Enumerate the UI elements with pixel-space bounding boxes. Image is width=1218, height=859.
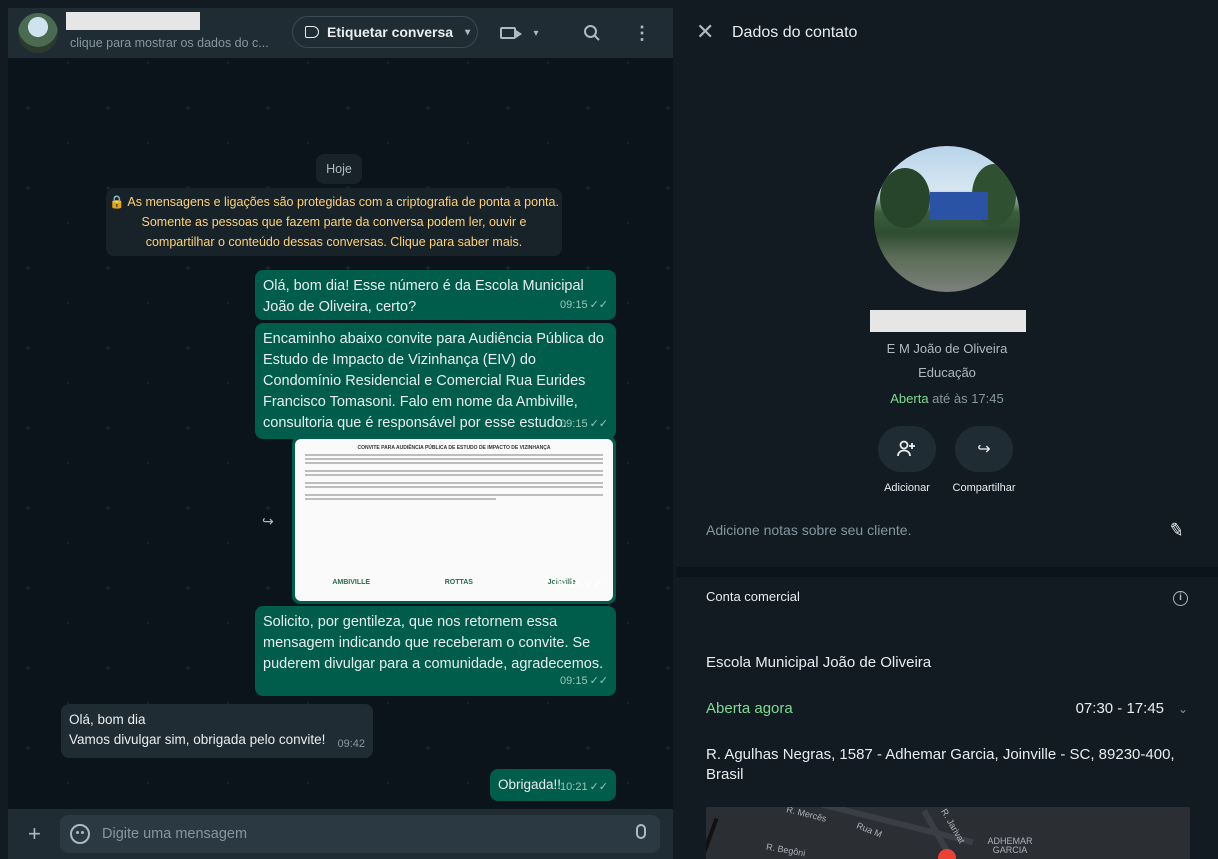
- video-call-icon[interactable]: [496, 21, 522, 45]
- message-outgoing[interactable]: Solicito, por gentileza, que nos retorne…: [255, 606, 616, 696]
- tag-conversation-label: Etiquetar conversa: [327, 24, 454, 40]
- notes-placeholder[interactable]: Adicione notas sobre seu cliente.: [706, 522, 911, 538]
- message-input-box[interactable]: [60, 815, 660, 853]
- message-text: Vamos divulgar sim, obrigada pelo convit…: [69, 732, 326, 747]
- double-check-icon: ✓✓: [589, 781, 608, 793]
- sticker-icon[interactable]: [70, 824, 90, 844]
- message-image-outgoing[interactable]: CONVITE PARA AUDIÊNCIA PÚBLICA DE ESTUDO…: [292, 436, 616, 604]
- map-label: ADHEMAR GARCIA: [987, 836, 1033, 855]
- business-full-name: Escola Municipal João de Oliveira: [706, 654, 932, 671]
- message-text: Olá, bom dia! Esse número é da Escola Mu…: [263, 278, 584, 315]
- message-text: Encaminho abaixo convite para Audiência …: [263, 331, 604, 431]
- business-hours[interactable]: 07:30 - 17:45: [1076, 700, 1164, 717]
- message-text: Solicito, por gentileza, que nos retorne…: [263, 614, 604, 672]
- search-icon[interactable]: [580, 21, 604, 45]
- business-account-label: Conta comercial: [706, 589, 800, 604]
- map-pin-icon: [938, 849, 956, 859]
- contact-header: ✕ Dados do contato: [676, 8, 1218, 58]
- compose-bar: +: [8, 809, 673, 859]
- contact-avatar[interactable]: [18, 13, 58, 53]
- message-outgoing[interactable]: Encaminho abaixo convite para Audiência …: [255, 323, 616, 439]
- double-check-icon: ✓✓: [589, 418, 608, 430]
- business-open-status: Aberta até às 17:45: [890, 391, 1004, 406]
- share-icon: ↪: [955, 426, 1013, 472]
- microphone-icon[interactable]: [636, 824, 646, 839]
- section-divider: [676, 567, 1218, 577]
- message-time: 09:15 ✓✓: [553, 578, 603, 590]
- message-input[interactable]: [102, 824, 602, 844]
- doc-title: CONVITE PARA AUDIÊNCIA PÚBLICA DE ESTUDO…: [357, 445, 551, 451]
- invitation-document-image[interactable]: CONVITE PARA AUDIÊNCIA PÚBLICA DE ESTUDO…: [295, 439, 613, 601]
- double-check-icon: ✓✓: [589, 675, 608, 687]
- header-subtitle[interactable]: clique para mostrar os dados do c...: [70, 36, 269, 50]
- share-button[interactable]: ↪ Compartilhar: [949, 426, 1019, 494]
- tag-conversation-button[interactable]: Etiquetar conversa ▾: [292, 16, 478, 48]
- message-text: Obrigada!!: [498, 777, 562, 792]
- message-outgoing[interactable]: Olá, bom dia! Esse número é da Escola Mu…: [255, 270, 616, 320]
- message-time: 09:15 ✓✓: [560, 675, 608, 687]
- business-category: Educação: [918, 365, 976, 380]
- share-label: Compartilhar: [952, 482, 1016, 494]
- chevron-down-icon[interactable]: ⌄: [1178, 702, 1188, 716]
- info-icon[interactable]: i: [1173, 591, 1188, 606]
- add-user-icon: [878, 426, 936, 472]
- chevron-down-icon: ▾: [465, 26, 471, 38]
- message-time: 09:15 ✓✓: [560, 418, 608, 430]
- message-outgoing[interactable]: Obrigada!! 10:21 ✓✓: [490, 769, 616, 801]
- map-label: Rua M: [855, 820, 884, 840]
- menu-icon[interactable]: ⋮: [630, 21, 654, 45]
- location-map[interactable]: R. Mercês Rua M R. Jarivat ADHEMAR GARCI…: [706, 807, 1190, 859]
- message-time: 10:21 ✓✓: [560, 781, 608, 793]
- contact-info-pane: ✕ Dados do contato E M João de Oliveira …: [676, 8, 1218, 859]
- contact-name-redacted: [66, 12, 200, 30]
- message-time: 09:15 ✓✓: [560, 299, 608, 311]
- double-check-icon: ✓✓: [589, 299, 608, 311]
- chat-pane: clique para mostrar os dados do c... Eti…: [8, 8, 673, 859]
- add-contact-label: Adicionar: [884, 482, 930, 494]
- add-contact-button[interactable]: Adicionar: [872, 426, 942, 494]
- business-short-name: E M João de Oliveira: [886, 341, 1008, 356]
- map-label: R. Begôni: [765, 841, 807, 859]
- contact-photo[interactable]: [874, 146, 1020, 292]
- close-icon[interactable]: ✕: [696, 20, 714, 44]
- chat-header[interactable]: clique para mostrar os dados do c... Eti…: [8, 8, 673, 58]
- plus-icon[interactable]: +: [28, 821, 41, 847]
- encryption-notice[interactable]: 🔒 As mensagens e ligações são protegidas…: [106, 188, 562, 256]
- label-icon: [305, 26, 319, 38]
- message-text: Olá, bom dia: [69, 712, 146, 727]
- forward-icon[interactable]: ↪: [262, 513, 274, 530]
- message-time: 09:42: [337, 738, 365, 750]
- chevron-down-icon[interactable]: ▾: [524, 21, 548, 45]
- contact-name-redacted: [870, 310, 1026, 332]
- open-now-status: Aberta agora: [706, 700, 793, 717]
- message-incoming[interactable]: Olá, bom dia Vamos divulgar sim, obrigad…: [61, 704, 373, 758]
- date-chip: Hoje: [316, 154, 362, 184]
- pencil-icon[interactable]: ✎: [1167, 519, 1185, 542]
- business-address: R. Agulhas Negras, 1587 - Adhemar Garcia…: [706, 746, 1175, 783]
- map-label: R. Mercês: [785, 807, 828, 824]
- contact-panel-title: Dados do contato: [732, 24, 858, 41]
